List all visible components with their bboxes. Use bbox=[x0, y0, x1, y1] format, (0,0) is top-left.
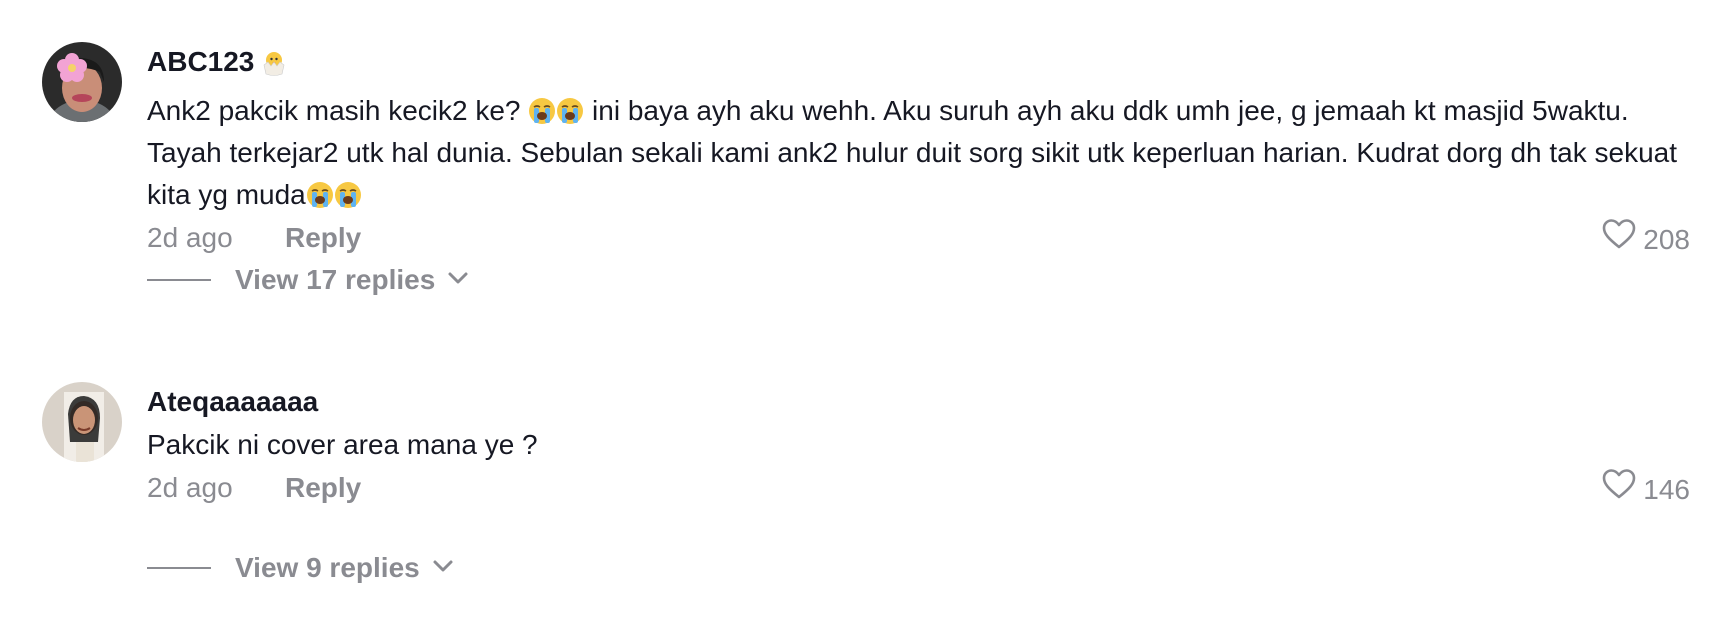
like-button[interactable]: 208 bbox=[1601, 218, 1690, 261]
view-replies-label[interactable]: View 9 replies bbox=[235, 552, 420, 584]
chevron-down-icon[interactable] bbox=[432, 559, 454, 578]
avatar[interactable] bbox=[42, 382, 122, 462]
comment-time: 2d ago bbox=[147, 222, 233, 253]
avatar[interactable] bbox=[42, 42, 122, 122]
comment-text-part: Ank2 pakcik masih kecik2 ke? bbox=[147, 95, 529, 126]
comment-meta: 2d ago Reply 208 bbox=[147, 218, 1690, 258]
comment-username[interactable]: ABC123 bbox=[147, 42, 1690, 88]
comment-meta: 2d ago Reply 146 bbox=[147, 468, 1690, 508]
divider-line bbox=[147, 567, 211, 569]
comment-time: 2d ago bbox=[147, 472, 233, 503]
view-replies-button[interactable]: View 17 replies bbox=[147, 264, 469, 296]
username-text[interactable]: ABC123 bbox=[147, 46, 254, 77]
comment-text: Pakcik ni cover area mana ye ? bbox=[147, 429, 538, 460]
reply-button[interactable]: Reply bbox=[285, 468, 361, 508]
loudly-crying-face-icon bbox=[334, 179, 362, 208]
like-count: 146 bbox=[1643, 473, 1690, 505]
like-button[interactable]: 146 bbox=[1601, 468, 1690, 511]
username-text[interactable]: Ateqaaaaaaa bbox=[147, 386, 318, 417]
hatching-chick-icon bbox=[260, 48, 288, 88]
heart-icon[interactable] bbox=[1601, 218, 1637, 261]
comment-text: Ank2 pakcik masih kecik2 ke? ini baya ay… bbox=[147, 90, 1690, 216]
view-replies-label[interactable]: View 17 replies bbox=[235, 264, 435, 296]
comment-username[interactable]: Ateqaaaaaaa bbox=[147, 382, 1690, 422]
loudly-crying-face-icon bbox=[306, 179, 334, 208]
reply-button[interactable]: Reply bbox=[285, 218, 361, 258]
loudly-crying-face-icon bbox=[528, 95, 556, 124]
chevron-down-icon[interactable] bbox=[447, 271, 469, 290]
view-replies-button[interactable]: View 9 replies bbox=[147, 552, 454, 584]
divider-line bbox=[147, 279, 211, 281]
like-count: 208 bbox=[1643, 223, 1690, 255]
heart-icon[interactable] bbox=[1601, 468, 1637, 511]
loudly-crying-face-icon bbox=[556, 95, 584, 124]
